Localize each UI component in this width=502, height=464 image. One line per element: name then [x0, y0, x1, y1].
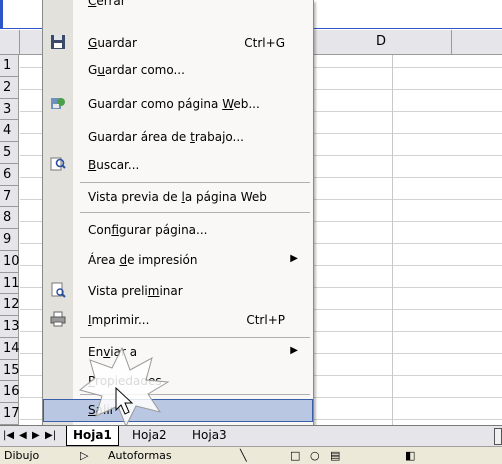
select-all-corner[interactable] — [0, 30, 20, 55]
tab-hoja2[interactable]: Hoja2 — [126, 426, 173, 445]
row-header[interactable]: 8 — [0, 207, 19, 230]
web-save-icon — [49, 95, 67, 113]
menu-item-cerrar[interactable]: Cerrar — [43, 0, 313, 13]
menu-item-configurar-pagina[interactable]: Configurar página... — [43, 219, 313, 242]
menu-item-guardar[interactable]: Guardar Ctrl+G — [43, 32, 313, 55]
first-sheet-button[interactable]: |◀ — [3, 429, 14, 443]
textbox-icon[interactable]: ▤ — [330, 449, 340, 462]
menu-item-buscar[interactable]: Buscar... — [43, 154, 313, 177]
menu-separator — [80, 182, 310, 183]
horizontal-scrollbar[interactable] — [494, 428, 502, 445]
row-header[interactable]: 4 — [0, 120, 19, 143]
fill-color-icon[interactable]: ◧ — [405, 449, 415, 462]
submenu-arrow-icon: ▶ — [290, 345, 298, 356]
menu-item-area-impresion[interactable]: Área de impresión ▶ — [43, 249, 313, 272]
menu-item-imprimir[interactable]: Imprimir... Ctrl+P — [43, 309, 313, 332]
menu-item-guardar-web[interactable]: Guardar como página Web... — [43, 93, 313, 116]
drawing-toolbar: Dibujo ▷ Autoformas ╲ □ ○ ▤ ◧ — [0, 446, 502, 464]
row-header[interactable]: 17 — [0, 403, 20, 425]
row-header[interactable]: 14 — [0, 337, 20, 360]
row-header[interactable]: 15 — [0, 359, 20, 382]
row-header[interactable]: 2 — [0, 76, 19, 99]
row-header[interactable]: 13 — [0, 316, 20, 338]
tab-hoja3[interactable]: Hoja3 — [186, 426, 233, 445]
tab-hoja1[interactable]: Hoja1 — [66, 426, 119, 446]
shortcut-label: Ctrl+G — [244, 36, 285, 50]
submenu-arrow-icon: ▶ — [290, 253, 298, 264]
row-header[interactable]: 7 — [0, 185, 19, 208]
prev-sheet-button[interactable]: ◀ — [19, 429, 27, 443]
row-header[interactable]: 9 — [0, 229, 19, 251]
floppy-icon — [49, 34, 67, 52]
row-header[interactable]: 10 — [0, 250, 20, 273]
printer-icon — [49, 311, 67, 329]
menu-item-vista-preliminar[interactable]: Vista preliminar — [43, 280, 313, 303]
autoshapes-menu-button[interactable]: Autoformas — [108, 449, 172, 462]
row-header[interactable]: 5 — [0, 142, 19, 164]
oval-icon[interactable]: ○ — [310, 449, 320, 462]
row-header[interactable]: 6 — [0, 163, 19, 186]
draw-menu-button[interactable]: Dibujo — [4, 449, 39, 462]
row-header[interactable]: 12 — [0, 294, 20, 317]
next-sheet-button[interactable]: ▶ — [32, 429, 40, 443]
menu-item-guardar-area[interactable]: Guardar área de trabajo... — [43, 126, 313, 149]
row-header[interactable]: 16 — [0, 381, 20, 404]
search-icon — [49, 156, 67, 174]
menu-item-vista-previa-web[interactable]: Vista previa de la página Web — [43, 186, 313, 209]
select-objects-icon[interactable]: ▷ — [80, 449, 88, 462]
column-header-e[interactable] — [452, 30, 502, 55]
row-header[interactable]: 3 — [0, 98, 19, 121]
rectangle-icon[interactable]: □ — [290, 449, 300, 462]
shortcut-label: Ctrl+P — [246, 313, 285, 327]
row-header[interactable]: 1 — [0, 55, 19, 77]
menu-item-guardar-como[interactable]: Guardar como... — [43, 59, 313, 82]
column-header-d[interactable]: D — [311, 30, 452, 55]
sheet-tab-bar: |◀ ◀ ▶ ▶| Hoja1 Hoja2 Hoja3 — [0, 425, 502, 446]
row-header[interactable]: 11 — [0, 272, 20, 295]
menu-separator — [80, 212, 310, 213]
click-burst-icon — [78, 346, 170, 428]
line-icon[interactable]: ╲ — [240, 449, 247, 462]
preview-icon — [49, 282, 67, 300]
last-sheet-button[interactable]: ▶| — [45, 429, 56, 443]
